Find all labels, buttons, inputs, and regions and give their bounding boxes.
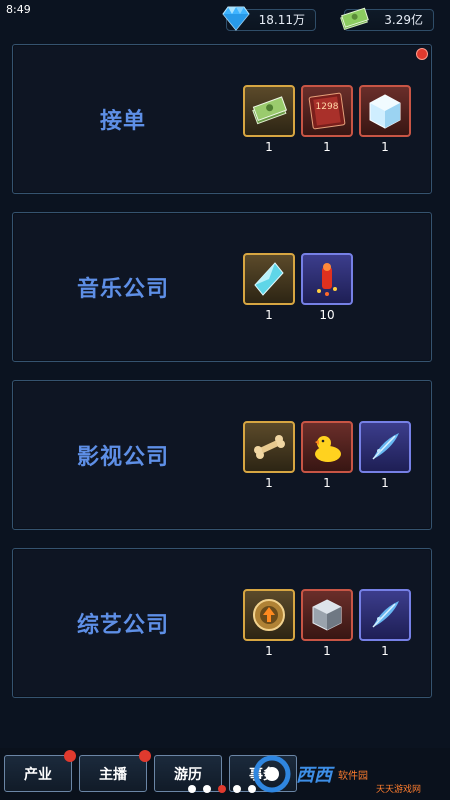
page-dot [188,785,196,793]
upgrade-badge-icon [243,589,295,641]
page-dot-active [218,785,226,793]
firework-icon [301,253,353,305]
cash-currency[interactable]: 3.29亿 [340,7,434,31]
panel-title: 接单 [99,109,146,134]
watermark-text: 西西 [296,765,332,786]
quest-panel-variety[interactable]: 综艺公司 1 1 1 [12,548,432,698]
notification-badge [139,750,151,762]
reward-count: 1 [323,140,331,154]
reward-item[interactable]: 1 [243,589,295,661]
cash-amount: 3.29亿 [384,13,423,27]
clock: 8:49 [6,3,31,16]
panel-title: 综艺公司 [76,613,169,638]
crystal-icon [243,253,295,305]
reward-count: 1 [323,476,331,490]
panel-title: 音乐公司 [76,277,169,302]
status-bar: 8:49 18.11万 3.29亿 [0,0,450,36]
page-indicator [188,785,256,793]
reward-count: 1 [265,140,273,154]
cash-stack-icon [243,85,295,137]
reward-count: 1 [265,476,273,490]
watermark-corner-text: 天天游戏网 [376,785,422,795]
rubber-duck-icon [301,421,353,473]
tab-label: 产业 [24,766,52,783]
reward-item[interactable]: 1 [359,85,411,157]
bone-icon [243,421,295,473]
reward-item[interactable]: 1 [243,421,295,493]
page-dot [233,785,241,793]
reward-item[interactable]: 1 [359,421,411,493]
blue-feather-icon [359,589,411,641]
tab-streamer[interactable]: 主播 [79,750,151,792]
quest-panel-film[interactable]: 影视公司 1 1 1 [12,380,432,530]
ticket-card-label: 1298 [315,102,339,112]
panel-title: 影视公司 [76,445,169,470]
reward-count: 1 [381,476,389,490]
reward-count: 1 [323,644,331,658]
silver-cube-icon [301,589,353,641]
tab-label: 主播 [99,766,127,783]
reward-item[interactable]: 10 [301,253,353,325]
diamond-icon [222,6,250,31]
reward-item[interactable]: 1 [243,253,295,325]
reward-count: 1 [381,140,389,154]
reward-item[interactable]: 1 [359,589,411,661]
reward-count: 10 [319,308,335,322]
cash-stack-icon [340,7,369,31]
reward-item[interactable]: 1 [243,85,295,157]
ice-cube-icon [359,85,411,137]
quest-panel-music[interactable]: 音乐公司 1 10 [12,212,432,362]
quest-panel-orders[interactable]: 接单 1 1298 1 1 [12,44,432,194]
notification-badge [64,750,76,762]
blue-feather-icon [359,421,411,473]
reward-count: 1 [381,644,389,658]
reward-item[interactable]: 1 [301,421,353,493]
diamond-currency[interactable]: 18.11万 [222,6,316,31]
reward-item[interactable]: 1 [301,589,353,661]
watermark-text-secondary: 软件园 [338,770,368,782]
diamond-amount: 18.11万 [258,13,305,27]
page-dot [203,785,211,793]
tab-label: 游历 [174,766,202,783]
reward-item[interactable]: 1298 1 [301,85,353,157]
tab-industry[interactable]: 产业 [4,750,76,792]
watermark-logo-icon [253,755,291,793]
reward-count: 1 [265,644,273,658]
notification-badge [416,48,428,60]
reward-count: 1 [265,308,273,322]
